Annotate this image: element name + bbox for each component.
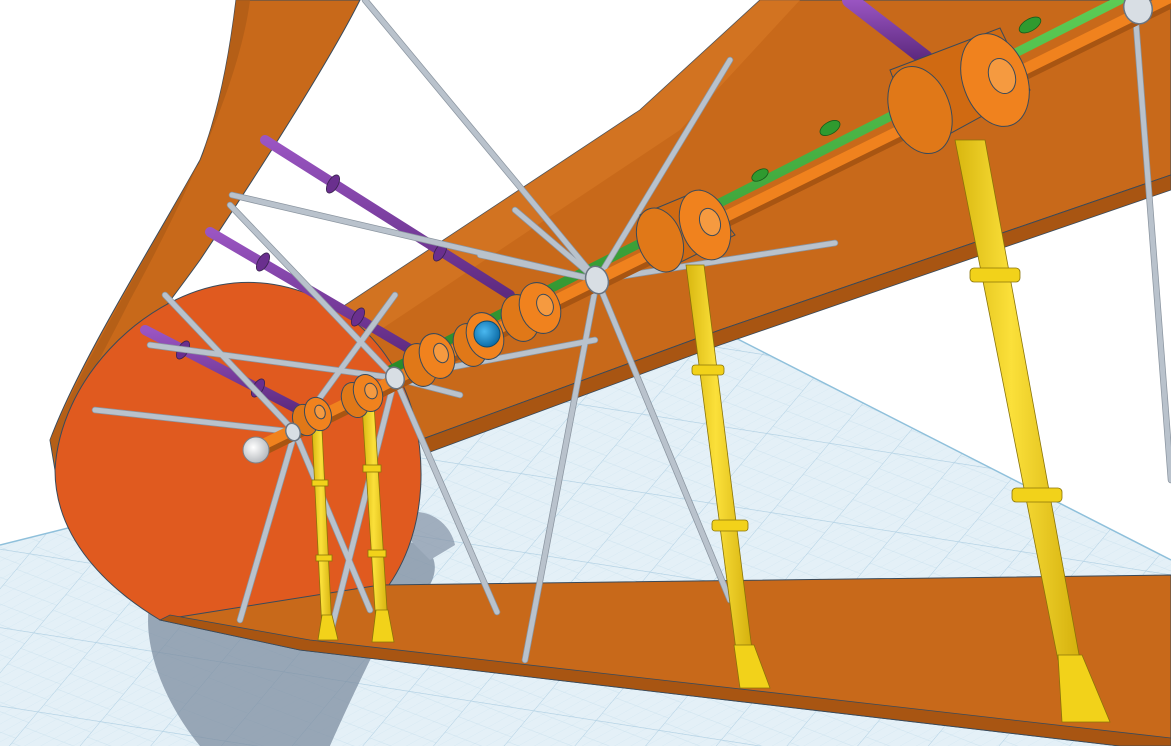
3d-viewport[interactable] — [0, 0, 1171, 746]
3d-scene-canvas[interactable] — [0, 0, 1171, 746]
end-ball — [242, 436, 270, 464]
